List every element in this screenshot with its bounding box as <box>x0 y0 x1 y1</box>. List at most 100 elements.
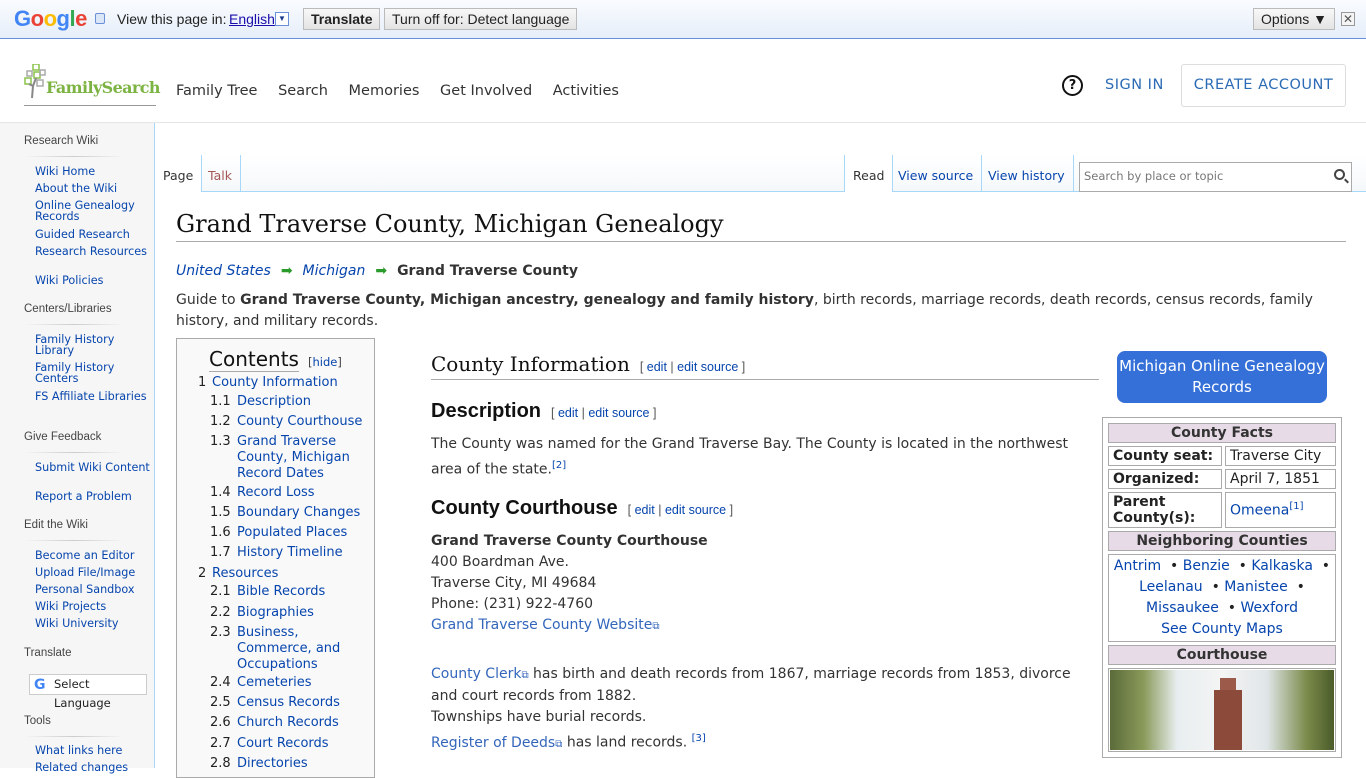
sidebar-item-wiki-university[interactable]: Wiki University <box>35 618 150 629</box>
close-icon[interactable]: ✕ <box>1341 12 1355 26</box>
neighbor-county-link[interactable]: Manistee <box>1224 579 1287 595</box>
toc-item-link[interactable]: Populated Places <box>237 525 377 541</box>
nav-family-tree[interactable]: Family Tree <box>176 83 257 99</box>
translate-button[interactable]: Translate <box>303 8 381 30</box>
toc-item-link[interactable]: Resources <box>212 566 352 582</box>
sidebar-item-what-links-here[interactable]: What links here <box>35 745 150 756</box>
sign-in-link[interactable]: SIGN IN <box>1105 77 1164 93</box>
sidebar-item-fs-affiliate-libraries[interactable]: FS Affiliate Libraries <box>35 391 150 402</box>
sidebar-item-online-genealogy-records[interactable]: Online Genealogy Records <box>35 200 150 222</box>
create-account-button[interactable]: CREATE ACCOUNT <box>1181 64 1346 107</box>
divider <box>24 452 124 453</box>
toc-item-link[interactable]: Directories <box>237 756 377 772</box>
tab-page[interactable]: Page <box>155 155 203 192</box>
reference-link[interactable]: [1] <box>1289 501 1303 512</box>
townships-text: Townships have burial records. <box>431 709 647 725</box>
toc-item-link[interactable]: Record Loss <box>237 485 377 501</box>
reference-link[interactable]: [3] <box>692 733 706 744</box>
toc-item-link[interactable]: Business, Commerce, and Occupations <box>237 625 377 673</box>
toc-hide: [hide] <box>308 355 342 369</box>
language-link[interactable]: English <box>229 11 275 27</box>
sidebar-item-upload-file[interactable]: Upload File/Image <box>35 567 150 578</box>
toc-item-link[interactable]: County Information <box>212 375 352 391</box>
turn-off-button[interactable]: Turn off for: Detect language <box>384 8 578 30</box>
edit-link[interactable]: edit <box>647 360 667 374</box>
tab-view-history[interactable]: View history <box>980 155 1074 192</box>
nav-get-involved[interactable]: Get Involved <box>440 83 532 99</box>
sidebar-heading-give-feedback: Give Feedback <box>24 431 102 443</box>
edit-link[interactable]: edit <box>558 406 578 420</box>
nav-activities[interactable]: Activities <box>553 83 619 99</box>
neighbor-county-link[interactable]: Missaukee <box>1146 600 1219 616</box>
toc-item-link[interactable]: Court Records <box>237 736 377 752</box>
michigan-online-records-button[interactable]: Michigan Online Genealogy Records <box>1117 351 1327 403</box>
parent-county-link[interactable]: Omeena <box>1230 503 1289 519</box>
help-icon[interactable]: ? <box>1062 75 1083 96</box>
neighbor-county-link[interactable]: Kalkaska <box>1251 558 1313 574</box>
nav-memories[interactable]: Memories <box>349 83 420 99</box>
toc-item: 1.3 Grand Traverse County, Michigan Recor… <box>210 434 350 481</box>
toc-item-link[interactable]: Boundary Changes <box>237 505 377 521</box>
register-of-deeds-link[interactable]: Register of Deeds⧉ <box>431 735 562 751</box>
language-dropdown-icon[interactable]: ▼ <box>275 12 289 26</box>
toc-item-link[interactable]: Grand Traverse County, Michigan Record D… <box>237 434 377 482</box>
toc-item-link[interactable]: Cemeteries <box>237 675 377 691</box>
neighbor-county-link[interactable]: Antrim <box>1114 558 1161 574</box>
sidebar-item-wiki-projects[interactable]: Wiki Projects <box>35 601 150 612</box>
toc-item-link[interactable]: Census Records <box>237 695 377 711</box>
familysearch-logo[interactable]: FamilySearch <box>24 64 161 106</box>
select-language-dropdown[interactable]: G Select Language <box>29 674 147 710</box>
toc-item-link[interactable]: History Timeline <box>237 545 377 561</box>
tab-view-source[interactable]: View source <box>890 155 983 192</box>
wiki-search-input[interactable]: Search by place or topic <box>1079 162 1352 192</box>
sidebar-item-wiki-home[interactable]: Wiki Home <box>35 166 150 177</box>
toc-item-number: 1.5 <box>210 505 231 520</box>
toc-hide-link[interactable]: hide <box>313 355 338 369</box>
tab-talk[interactable]: Talk <box>200 155 241 192</box>
sidebar-item-personal-sandbox[interactable]: Personal Sandbox <box>35 584 150 595</box>
sidebar-item-research-resources[interactable]: Research Resources <box>35 246 150 257</box>
courthouse-photo[interactable] <box>1110 670 1334 750</box>
sidebar-item-become-editor[interactable]: Become an Editor <box>35 550 150 561</box>
county-website-link[interactable]: Grand Traverse County Website⧉ <box>431 617 660 633</box>
toc-item-link[interactable]: County Courthouse <box>237 414 377 430</box>
edit-source-link[interactable]: edit source <box>588 406 649 420</box>
options-button[interactable]: Options ▼ <box>1253 8 1335 30</box>
toc-item-number: 1.6 <box>210 525 231 540</box>
select-language-label: Select Language <box>54 677 111 710</box>
tab-read[interactable]: Read <box>844 155 894 192</box>
sidebar-item-family-history-centers[interactable]: Family History Centers <box>35 362 150 384</box>
nav-search[interactable]: Search <box>278 83 328 99</box>
sidebar-item-submit-wiki-content[interactable]: Submit Wiki Content <box>35 462 150 473</box>
toc-item: 2.3 Business, Commerce, and Occupations <box>210 625 340 672</box>
reference-link[interactable]: [2] <box>552 460 566 471</box>
toc-item-link[interactable]: Church Records <box>237 715 377 731</box>
toc-item-number: 2.1 <box>210 584 231 599</box>
sidebar-heading-centers: Centers/Libraries <box>24 303 112 315</box>
toc-item: 1.5 Boundary Changes <box>210 505 360 521</box>
edit-source-link[interactable]: edit source <box>677 360 738 374</box>
neighbor-county-link[interactable]: Leelanau <box>1139 579 1203 595</box>
sidebar-item-report-problem[interactable]: Report a Problem <box>35 491 150 502</box>
see-county-maps-link[interactable]: See County Maps <box>1161 621 1283 637</box>
breadcrumb-united-states[interactable]: United States <box>176 263 271 279</box>
sidebar-item-family-history-library[interactable]: Family History Library <box>35 334 150 356</box>
courthouse-address: Grand Traverse County Courthouse 400 Boa… <box>431 531 1096 637</box>
sidebar-item-wiki-policies[interactable]: Wiki Policies <box>35 275 150 286</box>
edit-link[interactable]: edit <box>635 503 655 517</box>
divider <box>24 540 124 541</box>
sidebar-item-about-wiki[interactable]: About the Wiki <box>35 183 150 194</box>
toc-item: 2.1 Bible Records <box>210 584 325 600</box>
toc-item-link[interactable]: Description <box>237 394 377 410</box>
sidebar-item-guided-research[interactable]: Guided Research <box>35 229 150 240</box>
breadcrumb-michigan[interactable]: Michigan <box>303 263 366 279</box>
neighboring-counties-header: Neighboring Counties <box>1108 531 1336 551</box>
page-title: Grand Traverse County, Michigan Genealog… <box>176 210 1346 242</box>
search-icon[interactable] <box>1334 169 1345 180</box>
neighbor-county-link[interactable]: Benzie <box>1183 558 1230 574</box>
neighbor-county-link[interactable]: Wexford <box>1240 600 1298 616</box>
county-clerk-link[interactable]: County Clerk⧉ <box>431 666 529 682</box>
toc-item-link[interactable]: Bible Records <box>237 584 377 600</box>
toc-item-link[interactable]: Biographies <box>237 605 377 621</box>
edit-source-link[interactable]: edit source <box>665 503 726 517</box>
